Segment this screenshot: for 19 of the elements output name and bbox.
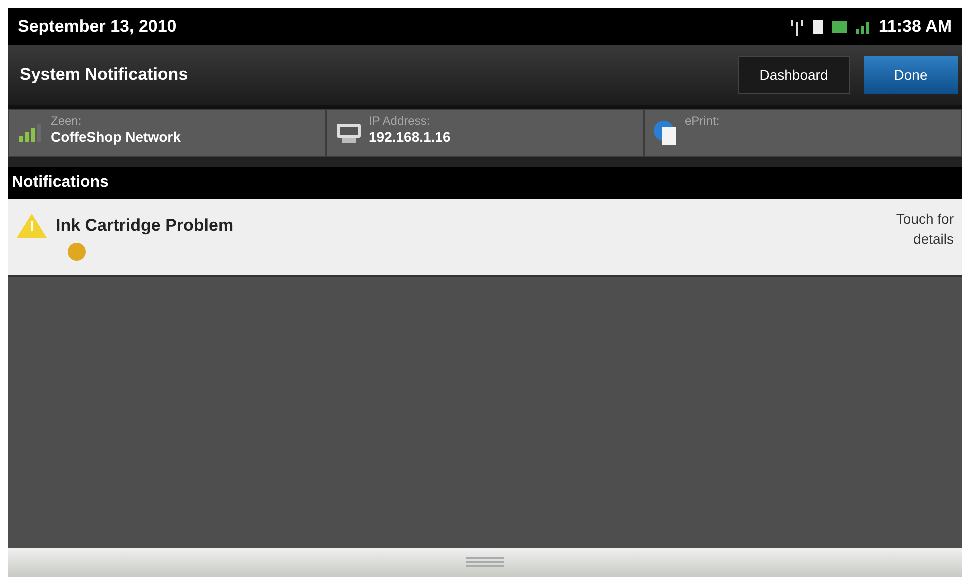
date-text: September 13, 2010 [18, 16, 177, 38]
done-button[interactable]: Done [864, 56, 958, 94]
notification-row[interactable]: Ink Cartridge Problem Touch for details [8, 199, 962, 277]
warning-icon [16, 213, 48, 239]
section-title: Notifications [12, 173, 109, 193]
document-icon [653, 119, 679, 147]
grip-icon [465, 556, 505, 570]
tile-value: CoffeShop Network [51, 129, 181, 146]
tile-label: IP Address: [369, 114, 432, 129]
dashboard-button[interactable]: Dashboard [738, 56, 850, 94]
clock-text: 11:38 AM [878, 16, 952, 38]
tile-label: ePrint: [685, 114, 720, 129]
screen-title: System Notifications [20, 64, 188, 86]
details-hint: Touch for details [895, 210, 954, 249]
notification-title: Ink Cartridge Problem [56, 215, 234, 237]
document-icon [810, 18, 825, 34]
printer-icon [335, 121, 363, 145]
tile-value: 192.168.1.16 [369, 129, 451, 146]
tile-label: Zeen: [51, 114, 83, 129]
